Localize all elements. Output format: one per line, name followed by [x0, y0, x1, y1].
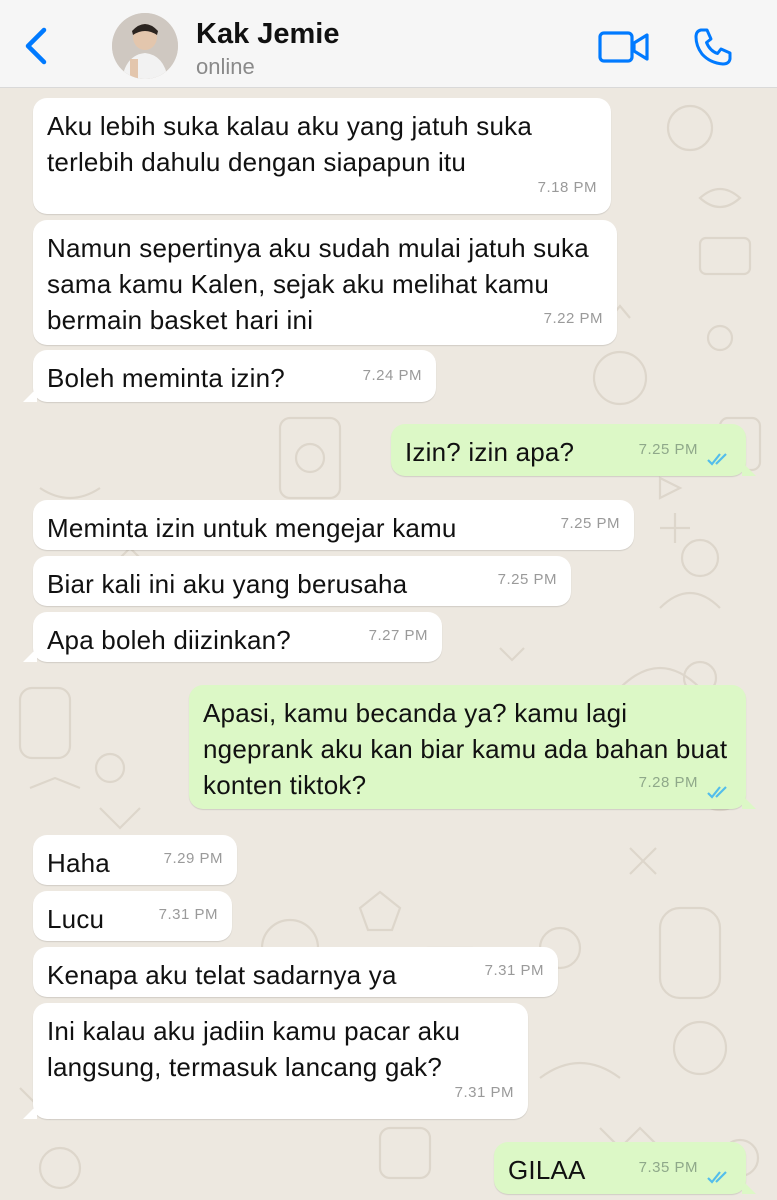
contact-status: online [196, 54, 255, 79]
message-time: 7.31 PM [484, 962, 544, 979]
video-call-button[interactable] [598, 30, 650, 64]
bubble-tail [23, 1105, 37, 1119]
message-text: Meminta izin untuk mengejar kamu [47, 513, 457, 543]
message-text: Aku lebih suka kalau aku yang jatuh suka… [47, 111, 532, 177]
message-bubble[interactable]: Biar kali ini aku yang berusaha 7.25 PM [33, 556, 571, 606]
message-bubble[interactable]: Meminta izin untuk mengejar kamu 7.25 PM [33, 500, 634, 550]
bubble-tail [742, 462, 756, 476]
message-time: 7.31 PM [454, 1084, 514, 1101]
contact-name[interactable]: Kak Jemie [196, 18, 340, 51]
message-bubble[interactable]: Boleh meminta izin? 7.24 PM [23, 350, 436, 402]
message-bubble[interactable]: Izin? izin apa? 7.25 PM [391, 424, 756, 476]
message-time: 7.28 PM [638, 774, 698, 791]
avatar[interactable] [112, 13, 178, 79]
bubble-tail [23, 648, 37, 662]
message-bubble[interactable]: Kenapa aku telat sadarnya ya 7.31 PM [33, 947, 558, 997]
message-text: Ini kalau aku jadiin kamu pacar aku lang… [47, 1016, 461, 1082]
message-text: Kenapa aku telat sadarnya ya [47, 960, 397, 990]
message-bubble[interactable]: Ini kalau aku jadiin kamu pacar aku lang… [23, 1003, 528, 1119]
message-bubble[interactable]: Apa boleh diizinkan? 7.27 PM [23, 612, 442, 662]
message-text: Biar kali ini aku yang berusaha [47, 569, 408, 599]
video-camera-icon [598, 31, 649, 63]
bubble-tail [742, 795, 756, 809]
double-check-icon [707, 453, 727, 466]
message-text: Namun sepertinya aku sudah mulai jatuh s… [47, 233, 589, 335]
message-time: 7.27 PM [368, 627, 428, 644]
message-time: 7.35 PM [638, 1159, 698, 1176]
message-bubble[interactable]: Apasi, kamu becanda ya? kamu lagi ngepra… [189, 685, 756, 809]
message-bubble[interactable]: Haha 7.29 PM [33, 835, 237, 885]
message-time: 7.25 PM [560, 515, 620, 532]
message-time: 7.24 PM [362, 367, 422, 384]
message-time: 7.25 PM [638, 441, 698, 458]
message-time: 7.25 PM [497, 571, 557, 588]
back-button[interactable] [20, 24, 56, 68]
chat-area[interactable]: Aku lebih suka kalau aku yang jatuh suka… [0, 88, 777, 1200]
bubble-tail [23, 388, 37, 402]
message-bubble[interactable]: Lucu 7.31 PM [33, 891, 232, 941]
double-check-icon [707, 1171, 727, 1184]
voice-call-button[interactable] [692, 26, 734, 68]
message-bubble[interactable]: GILAA 7.35 PM [494, 1142, 756, 1194]
message-text: GILAA [508, 1155, 586, 1185]
message-time: 7.22 PM [543, 310, 603, 327]
avatar-image [112, 13, 178, 79]
message-bubble[interactable]: Namun sepertinya aku sudah mulai jatuh s… [33, 220, 617, 345]
bubble-tail [742, 1180, 756, 1194]
chat-header: Kak Jemie online [0, 0, 777, 88]
phone-icon [694, 28, 732, 66]
message-time: 7.29 PM [163, 850, 223, 867]
message-time: 7.18 PM [537, 179, 597, 196]
chevron-left-icon [25, 27, 47, 65]
message-bubble[interactable]: Aku lebih suka kalau aku yang jatuh suka… [33, 98, 611, 214]
double-check-icon [707, 786, 727, 799]
message-time: 7.31 PM [158, 906, 218, 923]
